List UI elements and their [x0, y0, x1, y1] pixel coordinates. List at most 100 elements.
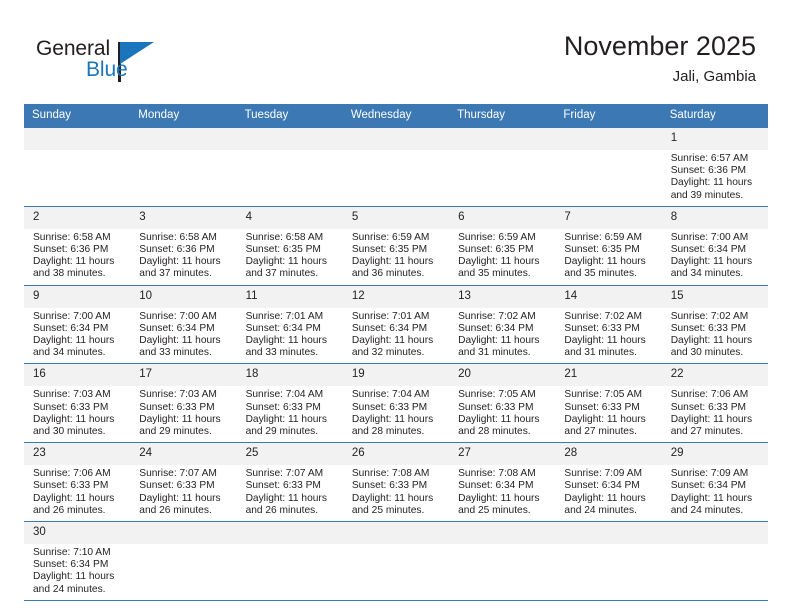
calendar-day-cell[interactable]: 4 Sunrise: 6:58 AM Sunset: 6:35 PM Daylight…: [236, 206, 343, 286]
daylight-text-line1: Daylight: 11 hours: [245, 256, 327, 268]
daylight-text-line1: Daylight: 11 hours: [351, 492, 434, 504]
calendar-day-cell[interactable]: 2 Sunrise: 6:58 AM Sunset: 6:36 PM Daylight…: [24, 206, 131, 286]
day-number: 29: [661, 443, 768, 466]
daylight-text-line1: Daylight: 11 hours: [351, 335, 434, 347]
weekday-header-friday: Friday: [555, 104, 662, 128]
general-blue-logo[interactable]: General Blue: [36, 38, 186, 90]
day-details: Sunrise: 7:09 AM Sunset: 6:34 PM Daylight:…: [662, 465, 768, 521]
calendar-day-cell[interactable]: 11 Sunrise: 7:01 AM Sunset: 6:34 PM Dayligh…: [236, 285, 343, 365]
sunrise-text: Sunrise: 6:57 AM: [670, 153, 749, 164]
daylight-text-line2: and 34 minutes.: [33, 347, 106, 359]
calendar-day-cell[interactable]: 5 Sunrise: 6:59 AM Sunset: 6:35 PM Daylight…: [342, 206, 450, 286]
calendar-day-cell[interactable]: 27 Sunrise: 7:08 AM Sunset: 6:34 PM Dayligh…: [449, 442, 556, 523]
calendar-day-cell[interactable]: 29 Sunrise: 7:09 AM Sunset: 6:34 PM Dayligh…: [661, 442, 768, 523]
daylight-text-line1: Daylight: 11 hours: [33, 571, 115, 583]
calendar-day-cell[interactable]: 25 Sunrise: 7:07 AM Sunset: 6:33 PM Dayligh…: [236, 442, 343, 523]
sunrise-text: Sunrise: 7:06 AM: [33, 468, 111, 480]
sunrise-text: Sunrise: 7:09 AM: [564, 468, 642, 480]
day-details: Sunrise: 6:58 AM Sunset: 6:36 PM Daylight:…: [130, 229, 236, 285]
sunset-text: Sunset: 6:34 PM: [33, 559, 109, 571]
daylight-text-line2: and 27 minutes.: [670, 426, 744, 438]
sunset-text: Sunset: 6:33 PM: [564, 401, 640, 413]
calendar-day-cell[interactable]: 20 Sunrise: 7:05 AM Sunset: 6:33 PM Dayligh…: [449, 363, 556, 444]
daylight-text-line1: Daylight: 11 hours: [33, 413, 115, 425]
page-title: November 2025: [563, 31, 756, 61]
calendar-day-cell[interactable]: 26 Sunrise: 7:08 AM Sunset: 6:33 PM Dayligh…: [342, 442, 450, 523]
daylight-text-line2: and 33 minutes.: [245, 347, 319, 359]
calendar-day-cell[interactable]: 13 Sunrise: 7:02 AM Sunset: 6:34 PM Dayligh…: [449, 285, 556, 365]
daylight-text-line2: and 30 minutes.: [670, 347, 744, 359]
calendar-day-cell-empty: [449, 521, 556, 601]
daylight-text-line1: Daylight: 11 hours: [139, 492, 221, 504]
calendar-day-cell[interactable]: 17 Sunrise: 7:03 AM Sunset: 6:33 PM Dayligh…: [130, 363, 237, 444]
daylight-text-line2: and 31 minutes.: [564, 347, 637, 359]
sunset-text: Sunset: 6:34 PM: [245, 322, 321, 334]
day-details: Sunrise: 7:04 AM Sunset: 6:33 PM Daylight:…: [237, 386, 343, 442]
sunrise-text: Sunrise: 7:00 AM: [670, 231, 749, 243]
day-number: [130, 522, 237, 545]
calendar-day-cell[interactable]: 21 Sunrise: 7:05 AM Sunset: 6:33 PM Dayligh…: [555, 363, 662, 444]
day-number: 6: [449, 206, 556, 229]
daylight-text-line2: and 27 minutes.: [564, 426, 637, 438]
daylight-text-line2: and 36 minutes.: [351, 268, 425, 280]
day-details: Sunrise: 7:05 AM Sunset: 6:33 PM Daylight:…: [555, 386, 661, 442]
calendar-day-cell[interactable]: 7 Sunrise: 6:59 AM Sunset: 6:35 PM Daylight…: [555, 206, 662, 286]
calendar-day-cell[interactable]: 12 Sunrise: 7:01 AM Sunset: 6:34 PM Dayligh…: [342, 285, 450, 365]
sunrise-text: Sunrise: 7:08 AM: [458, 468, 536, 480]
day-details: Sunrise: 7:04 AM Sunset: 6:33 PM Daylight:…: [343, 386, 449, 442]
sunrise-text: Sunrise: 6:59 AM: [458, 231, 536, 243]
daylight-text-line1: Daylight: 11 hours: [458, 492, 540, 504]
calendar-day-cell[interactable]: 28 Sunrise: 7:09 AM Sunset: 6:34 PM Dayligh…: [555, 442, 662, 523]
day-details: Sunrise: 7:02 AM Sunset: 6:33 PM Daylight:…: [662, 308, 768, 364]
daylight-text-line1: Daylight: 11 hours: [33, 256, 115, 268]
calendar-day-cell-empty: [555, 521, 662, 601]
day-number: 30: [24, 522, 131, 545]
daylight-text-line1: Daylight: 11 hours: [139, 256, 221, 268]
calendar-day-cell[interactable]: 18 Sunrise: 7:04 AM Sunset: 6:33 PM Dayligh…: [236, 363, 343, 444]
calendar-day-cell[interactable]: 23 Sunrise: 7:06 AM Sunset: 6:33 PM Dayligh…: [24, 442, 131, 523]
calendar-day-cell[interactable]: 3 Sunrise: 6:58 AM Sunset: 6:36 PM Daylight…: [130, 206, 237, 286]
sunrise-text: Sunrise: 7:06 AM: [670, 389, 749, 401]
calendar-day-cell[interactable]: 19 Sunrise: 7:04 AM Sunset: 6:33 PM Dayligh…: [342, 363, 450, 444]
sunrise-text: Sunrise: 6:59 AM: [564, 231, 642, 243]
sunrise-text: Sunrise: 6:59 AM: [351, 231, 430, 243]
calendar-day-cell-empty: [130, 521, 237, 601]
calendar-day-cell[interactable]: 15 Sunrise: 7:02 AM Sunset: 6:33 PM Dayligh…: [661, 285, 768, 365]
calendar-day-cell[interactable]: 10 Sunrise: 7:00 AM Sunset: 6:34 PM Dayligh…: [130, 285, 237, 365]
sunset-text: Sunset: 6:34 PM: [139, 322, 215, 334]
day-details: Sunrise: 7:07 AM Sunset: 6:33 PM Daylight:…: [237, 465, 343, 521]
brand-name-general: General: [36, 37, 111, 60]
calendar-day-cell[interactable]: 30 Sunrise: 7:10 AM Sunset: 6:34 PM Dayligh…: [24, 521, 131, 601]
day-number: [24, 128, 131, 150]
daylight-text-line2: and 37 minutes.: [245, 268, 319, 280]
daylight-text-line1: Daylight: 11 hours: [564, 256, 646, 268]
daylight-text-line1: Daylight: 11 hours: [670, 335, 753, 347]
sunset-text: Sunset: 6:34 PM: [670, 244, 747, 256]
calendar-day-cell[interactable]: 14 Sunrise: 7:02 AM Sunset: 6:33 PM Dayligh…: [555, 285, 662, 365]
sunset-text: Sunset: 6:33 PM: [351, 480, 428, 492]
sunrise-text: Sunrise: 7:02 AM: [458, 310, 536, 322]
sunrise-text: Sunrise: 7:01 AM: [245, 310, 324, 322]
calendar-day-cell[interactable]: 22 Sunrise: 7:06 AM Sunset: 6:33 PM Dayligh…: [661, 363, 768, 444]
day-details: Sunrise: 7:02 AM Sunset: 6:34 PM Daylight:…: [449, 308, 555, 364]
day-number: 19: [342, 364, 450, 387]
calendar-day-cell[interactable]: 6 Sunrise: 6:59 AM Sunset: 6:35 PM Daylight…: [449, 206, 556, 286]
day-details: Sunrise: 7:06 AM Sunset: 6:33 PM Daylight:…: [662, 386, 768, 442]
calendar-day-cell[interactable]: 1 Sunrise: 6:57 AM Sunset: 6:36 PM Daylight…: [661, 128, 768, 207]
day-number: 22: [661, 364, 768, 387]
calendar-body: 1 Sunrise: 6:57 AM Sunset: 6:36 PM Daylight…: [24, 128, 768, 601]
daylight-text-line1: Daylight: 11 hours: [564, 492, 646, 504]
sunset-text: Sunset: 6:36 PM: [670, 165, 747, 177]
day-details: Sunrise: 7:03 AM Sunset: 6:33 PM Daylight:…: [130, 386, 236, 442]
weekday-header-wednesday: Wednesday: [342, 104, 450, 128]
calendar-week-row: 1 Sunrise: 6:57 AM Sunset: 6:36 PM Daylight…: [24, 128, 768, 207]
calendar-day-cell[interactable]: 16 Sunrise: 7:03 AM Sunset: 6:33 PM Dayligh…: [24, 363, 131, 444]
calendar-day-cell[interactable]: 24 Sunrise: 7:07 AM Sunset: 6:33 PM Dayligh…: [130, 442, 237, 523]
daylight-text-line1: Daylight: 11 hours: [351, 256, 434, 268]
calendar-day-cell[interactable]: 9 Sunrise: 7:00 AM Sunset: 6:34 PM Daylight…: [24, 285, 131, 365]
weekday-header-saturday: Saturday: [661, 104, 768, 128]
calendar-day-cell-empty: [236, 521, 343, 601]
calendar-day-cell[interactable]: 8 Sunrise: 7:00 AM Sunset: 6:34 PM Daylight…: [661, 206, 768, 286]
daylight-text-line2: and 29 minutes.: [245, 426, 319, 438]
daylight-text-line2: and 35 minutes.: [564, 268, 637, 280]
